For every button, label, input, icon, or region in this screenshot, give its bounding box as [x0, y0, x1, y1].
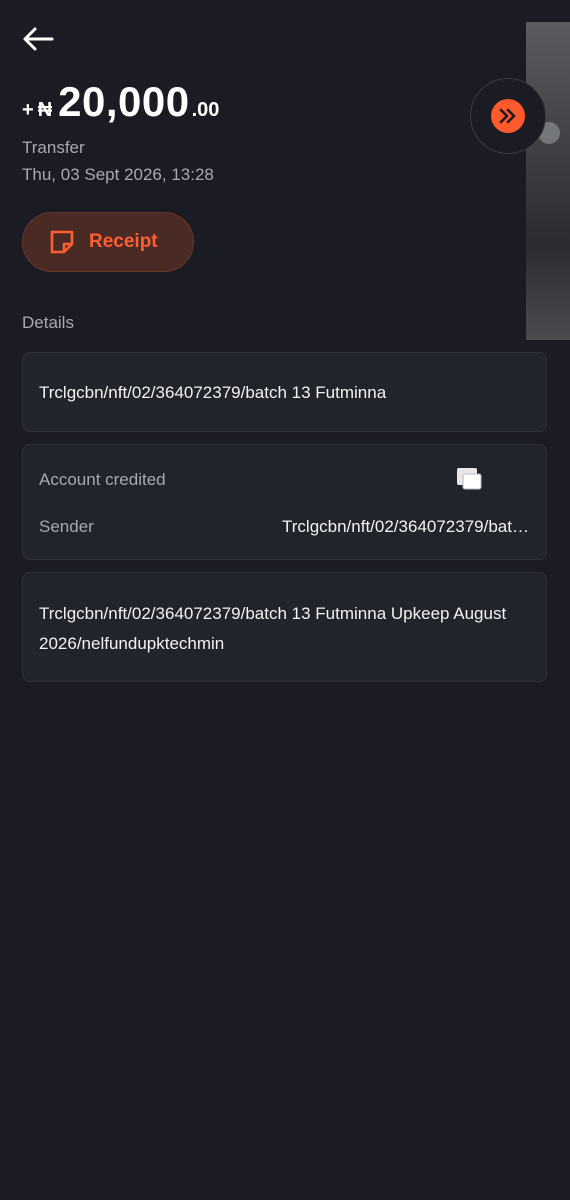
double-chevron-right-icon — [499, 108, 516, 124]
back-arrow-icon[interactable] — [22, 26, 54, 52]
amount-value: 20,000 — [58, 78, 190, 125]
receipt-icon — [50, 230, 74, 254]
copy-icon[interactable] — [455, 465, 483, 493]
transaction-type: Transfer — [22, 138, 85, 157]
amount-decimal: .00 — [191, 99, 220, 121]
details-section-label: Details — [22, 313, 74, 332]
transaction-datetime: Thu, 03 Sept 2026, 13:28 — [22, 165, 214, 184]
receipt-button[interactable]: Receipt — [22, 212, 194, 272]
receipt-button-label: Receipt — [89, 231, 158, 252]
account-credited-label: Account credited — [39, 470, 166, 489]
reference-card: Trclgcbn/nft/02/364072379/batch 13 Futmi… — [22, 352, 547, 432]
sender-value: Trclgcbn/nft/02/364072379/batch 13 Futmi… — [282, 517, 530, 536]
account-info-card: Account credited Sender Trclgcbn/nft/02/… — [22, 444, 547, 560]
narration-text: Trclgcbn/nft/02/364072379/batch 13 Futmi… — [39, 604, 507, 653]
narration-card: Trclgcbn/nft/02/364072379/batch 13 Futmi… — [22, 572, 547, 682]
background-photo-strip — [526, 22, 570, 340]
amount-sign: + — [22, 99, 34, 121]
amount-display: + ₦ 20,000 .00 — [22, 78, 219, 128]
reference-text: Trclgcbn/nft/02/364072379/batch 13 Futmi… — [39, 383, 387, 402]
floating-action-button[interactable] — [470, 78, 546, 154]
amount-currency: ₦ — [37, 99, 53, 121]
sender-label: Sender — [39, 517, 94, 536]
